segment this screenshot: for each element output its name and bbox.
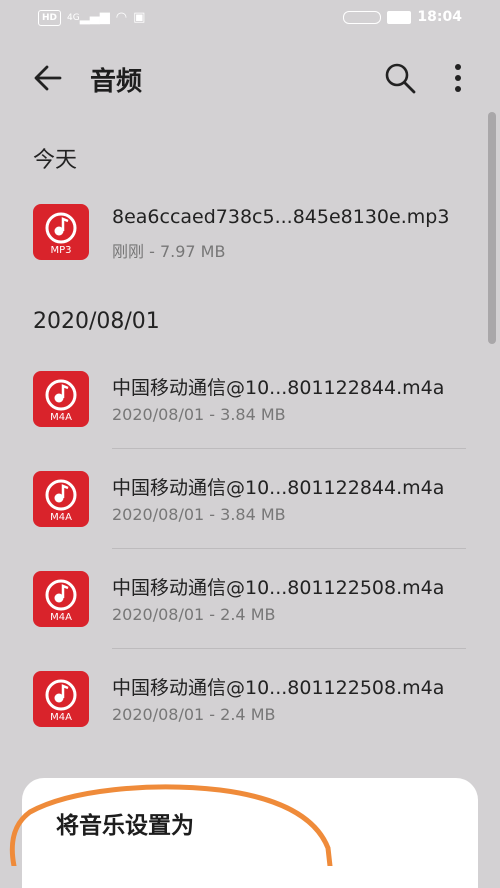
file-meta: 2020/08/01 - 2.4 MB (112, 605, 276, 624)
signal-label: 4G (67, 13, 80, 23)
list-item[interactable]: M4A 中国移动通信@10...801122508.m4a 2020/08/01… (0, 671, 500, 771)
divider (112, 548, 466, 549)
status-icons-group (343, 10, 382, 24)
battery-icon (387, 10, 412, 24)
file-name: 中国移动通信@10...801122508.m4a (112, 577, 445, 599)
file-meta: 2020/08/01 - 2.4 MB (112, 705, 276, 724)
divider (112, 448, 466, 449)
list-item[interactable]: M4A 中国移动通信@10...801122844.m4a 2020/08/01… (0, 471, 500, 571)
back-arrow-icon[interactable] (30, 60, 66, 96)
mp3-file-icon: MP3 (33, 204, 89, 260)
file-name: 中国移动通信@10...801122508.m4a (112, 677, 445, 699)
divider (112, 648, 466, 649)
status-bar: HD 4G▂▄▆ ◠ ▣ 18:04 (0, 0, 500, 36)
m4a-file-icon: M4A (33, 571, 89, 627)
page-title: 音频 (90, 67, 143, 97)
section-header-date: 2020/08/01 (33, 309, 160, 334)
m4a-file-icon: M4A (33, 471, 89, 527)
list-item[interactable]: M4A 中国移动通信@10...801122508.m4a 2020/08/01… (0, 571, 500, 671)
sheet-title: 将音乐设置为 (56, 813, 194, 839)
file-ext-label: M4A (50, 712, 72, 723)
status-time: 18:04 (417, 9, 462, 25)
file-name: 中国移动通信@10...801122844.m4a (112, 477, 445, 499)
search-icon[interactable] (382, 60, 418, 96)
file-ext-label: M4A (50, 612, 72, 623)
wifi-icon: ◠ (115, 10, 128, 25)
m4a-file-icon: M4A (33, 371, 89, 427)
hd-badge: HD (38, 10, 62, 26)
file-name: 中国移动通信@10...801122844.m4a (112, 377, 445, 399)
file-ext-label: MP3 (50, 245, 72, 256)
file-ext-label: M4A (50, 512, 72, 523)
m4a-file-icon: M4A (33, 671, 89, 727)
file-meta: 2020/08/01 - 3.84 MB (112, 405, 286, 424)
app-notification-icon: ▣ (133, 10, 146, 25)
signal-icon: 4G▂▄▆ (67, 10, 110, 25)
app-bar: 音频 (0, 48, 500, 106)
file-meta: 2020/08/01 - 3.84 MB (112, 505, 286, 524)
more-options-icon[interactable] (446, 60, 470, 96)
list-item[interactable]: M4A 中国移动通信@10...801122844.m4a 2020/08/01… (0, 371, 500, 471)
file-name: 8ea6ccaed738c5...845e8130e.mp3 (112, 206, 450, 228)
file-meta: 刚刚 - 7.97 MB (112, 242, 226, 261)
section-header-today: 今天 (33, 148, 78, 173)
set-music-as-sheet: 将音乐设置为 (22, 778, 478, 888)
file-ext-label: M4A (50, 412, 72, 423)
list-item[interactable]: MP3 8ea6ccaed738c5...845e8130e.mp3 刚刚 - … (0, 204, 500, 304)
